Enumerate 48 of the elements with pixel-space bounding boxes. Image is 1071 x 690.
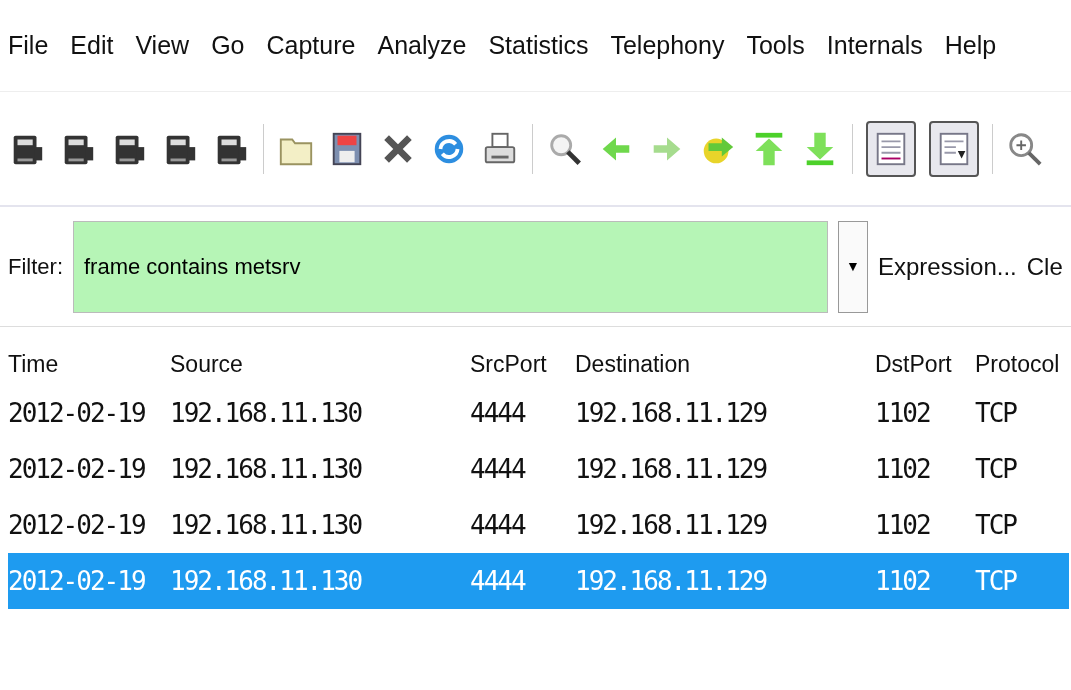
table-cell-text: 2012-02-19 <box>8 396 146 430</box>
menu-item[interactable]: Tools <box>746 26 805 65</box>
table-cell: 192.168.11.129 <box>575 553 875 609</box>
toggle-button[interactable] <box>929 120 979 177</box>
table-cell-text: 192.168.11.130 <box>170 396 363 430</box>
table-cell-text: 4444 <box>470 452 527 486</box>
menu-item[interactable]: Edit <box>70 26 114 65</box>
table-cell-text: 1102 <box>875 452 931 486</box>
menu-item[interactable]: View <box>135 26 190 65</box>
table-cell-text: 4444 <box>470 396 527 430</box>
dropdown-button[interactable]: ▼ <box>838 220 868 313</box>
filter-field[interactable]: frame contains metsrv <box>73 220 828 313</box>
table-cell-text: 2012-02-19 <box>8 452 146 486</box>
column-header[interactable]: Destination <box>575 327 875 385</box>
table-cell-text: TCP <box>975 396 1018 430</box>
menu-item[interactable]: File <box>8 26 49 65</box>
table-cell: 1102 <box>875 553 975 609</box>
table-cell: 4444 <box>470 553 575 609</box>
menu-item[interactable]: Telephony <box>610 26 725 65</box>
menu-item[interactable]: Go <box>211 26 245 65</box>
table-cell-text: TCP <box>975 508 1018 542</box>
menu-item[interactable]: Analyze <box>377 26 467 65</box>
column-header[interactable]: Time <box>8 327 170 385</box>
table-cell-text: 192.168.11.130 <box>170 508 363 542</box>
toggle-button[interactable] <box>866 120 916 177</box>
column-header[interactable]: SrcPort <box>470 327 575 385</box>
table-cell-text: 192.168.11.130 <box>170 452 363 486</box>
column-header[interactable]: Source <box>170 327 470 385</box>
table-cell: TCP <box>975 553 1069 609</box>
table-cell-text: 1102 <box>875 396 931 430</box>
column-header[interactable]: DstPort <box>875 327 975 385</box>
menu-item[interactable]: Help <box>944 26 997 65</box>
menu-item[interactable]: Capture <box>266 26 356 65</box>
expression-button[interactable]: Expression... <box>878 248 1017 285</box>
filter-label: Filter: <box>8 253 63 281</box>
menu-item[interactable]: Internals <box>826 26 923 65</box>
column-header[interactable]: Protocol <box>975 327 1069 385</box>
table-cell-text: 192.168.11.129 <box>575 452 768 486</box>
table-cell: 192.168.11.130 <box>170 553 470 609</box>
table-cell-text: 192.168.11.129 <box>575 508 768 542</box>
table-cell-text: TCP <box>975 452 1018 486</box>
table-cell-text: 2012-02-19 <box>8 508 146 542</box>
table-cell-text: 1102 <box>875 508 931 542</box>
table-cell: 2012-02-19 <box>8 553 170 609</box>
clear-button[interactable]: Cle <box>1026 248 1063 285</box>
table-cell-text: 4444 <box>470 508 527 542</box>
menu-item[interactable]: Statistics <box>488 26 589 65</box>
table-cell-text: 192.168.11.129 <box>575 396 768 430</box>
